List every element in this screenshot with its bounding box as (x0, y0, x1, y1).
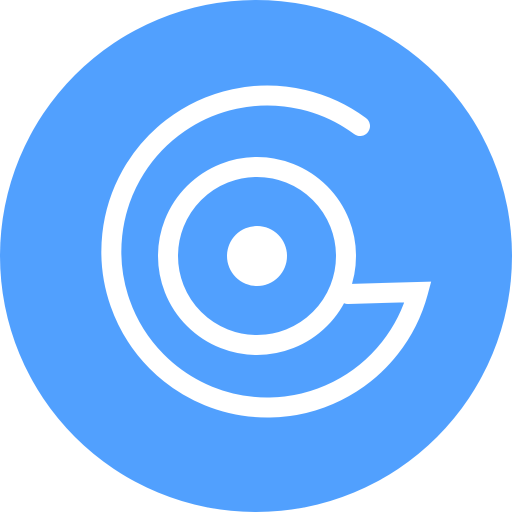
app-icon (0, 0, 512, 512)
center-dot (227, 226, 287, 286)
circular-logo-icon (0, 0, 512, 512)
